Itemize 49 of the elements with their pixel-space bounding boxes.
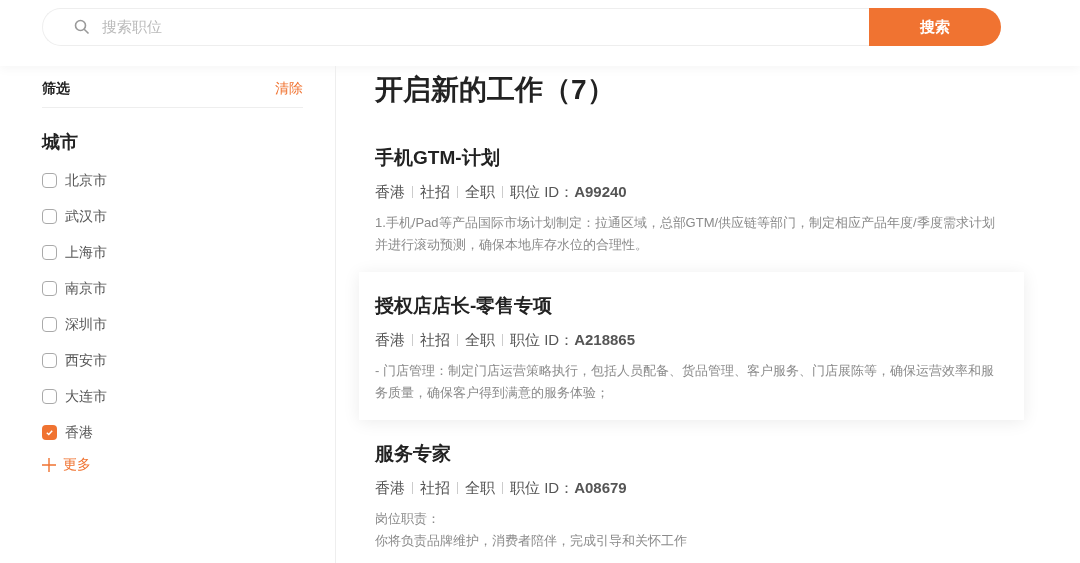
- city-group-title: 城市: [42, 131, 79, 154]
- filter-title: 筛选: [42, 79, 70, 98]
- job-id-label: 职位 ID：: [510, 330, 575, 350]
- city-option[interactable]: 深圳市: [42, 306, 303, 342]
- job-id: A99240: [574, 182, 627, 202]
- city-option[interactable]: 上海市: [42, 234, 303, 270]
- check-icon: [45, 427, 54, 437]
- job-tag: 香港: [375, 328, 405, 352]
- job-title: 授权店店长-零售专项: [375, 294, 554, 318]
- job-description: 岗位职责：: [375, 510, 441, 528]
- job-item[interactable]: 手机GTM-计划 香港 社招 全职 职位 ID：A99240 1.手机/Pad等产品国际市场计划制定：拉通区域，总部GTM/供应链等部门，制定相应产品年度/季度需求计划并进行滚动预测，确保本地库存水位的合理性。: [375, 124, 1008, 272]
- city-option[interactable]: 香港: [42, 414, 303, 450]
- job-card[interactable]: 授权店店长-零售专项 香港 社招 全职 职位 ID：A218865 - 门店管理：制定门店运营策略执行，包括人员配备、货品管理、客户服务、门店展陈等，确保运营效率和服务质量，确保客户得到满意的服务体验；: [359, 272, 1024, 420]
- job-tag: 社招: [420, 476, 450, 500]
- search-field[interactable]: 搜索职位: [102, 15, 869, 39]
- job-id-label: 职位 ID：: [510, 478, 575, 498]
- search-box[interactable]: 搜索职位: [42, 8, 869, 46]
- search-icon: [74, 19, 90, 35]
- city-checkbox[interactable]: [42, 388, 57, 404]
- job-id-label: 职位 ID：: [510, 182, 575, 202]
- city-checkbox[interactable]: [42, 424, 57, 440]
- city-checkbox[interactable]: [42, 280, 57, 296]
- page-heading: 开启新的工作（7）: [375, 73, 616, 107]
- city-option[interactable]: 西安市: [42, 342, 303, 378]
- city-option[interactable]: 武汉市: [42, 198, 303, 234]
- job-tag: 全职: [465, 180, 495, 204]
- job-description: 1.手机/Pad等产品国际市场计划制定：拉通区域，总部GTM/供应链等部门，制定相应产品年度/季度需求计划并进行滚动预测，确保本地库存水位的合理性。: [375, 214, 996, 254]
- job-title: 服务专家: [375, 442, 452, 466]
- job-tag: 香港: [375, 180, 405, 204]
- job-id: A218865: [574, 330, 636, 350]
- job-item[interactable]: 服务专家 香港 社招 全职 职位 ID：A08679 岗位职责： 你将负责品牌维护，消费者陪伴，完成引导和关怀工作: [375, 420, 1008, 563]
- job-tag: 香港: [375, 476, 405, 500]
- job-tag: 全职: [465, 328, 495, 352]
- job-tag: 社招: [420, 328, 450, 352]
- city-checkbox[interactable]: [42, 172, 57, 188]
- job-tag: 社招: [420, 180, 450, 204]
- job-title: 手机GTM-计划: [375, 146, 501, 170]
- city-option[interactable]: 大连市: [42, 378, 303, 414]
- job-id: A08679: [574, 478, 627, 498]
- city-checkbox[interactable]: [42, 316, 57, 332]
- city-checkbox[interactable]: [42, 244, 57, 260]
- job-tag: 全职: [465, 476, 495, 500]
- city-option[interactable]: 北京市: [42, 162, 303, 198]
- job-description: 你将负责品牌维护，消费者陪伴，完成引导和关怀工作: [375, 532, 688, 550]
- city-checkbox[interactable]: [42, 352, 57, 368]
- plus-icon: [42, 457, 56, 472]
- job-description: - 门店管理：制定门店运营策略执行，包括人员配备、货品管理、客户服务、门店展陈等，确保运营效率和服务质量，确保客户得到满意的服务体验；: [375, 362, 995, 402]
- city-checkbox[interactable]: [42, 208, 57, 224]
- city-option[interactable]: 南京市: [42, 270, 303, 306]
